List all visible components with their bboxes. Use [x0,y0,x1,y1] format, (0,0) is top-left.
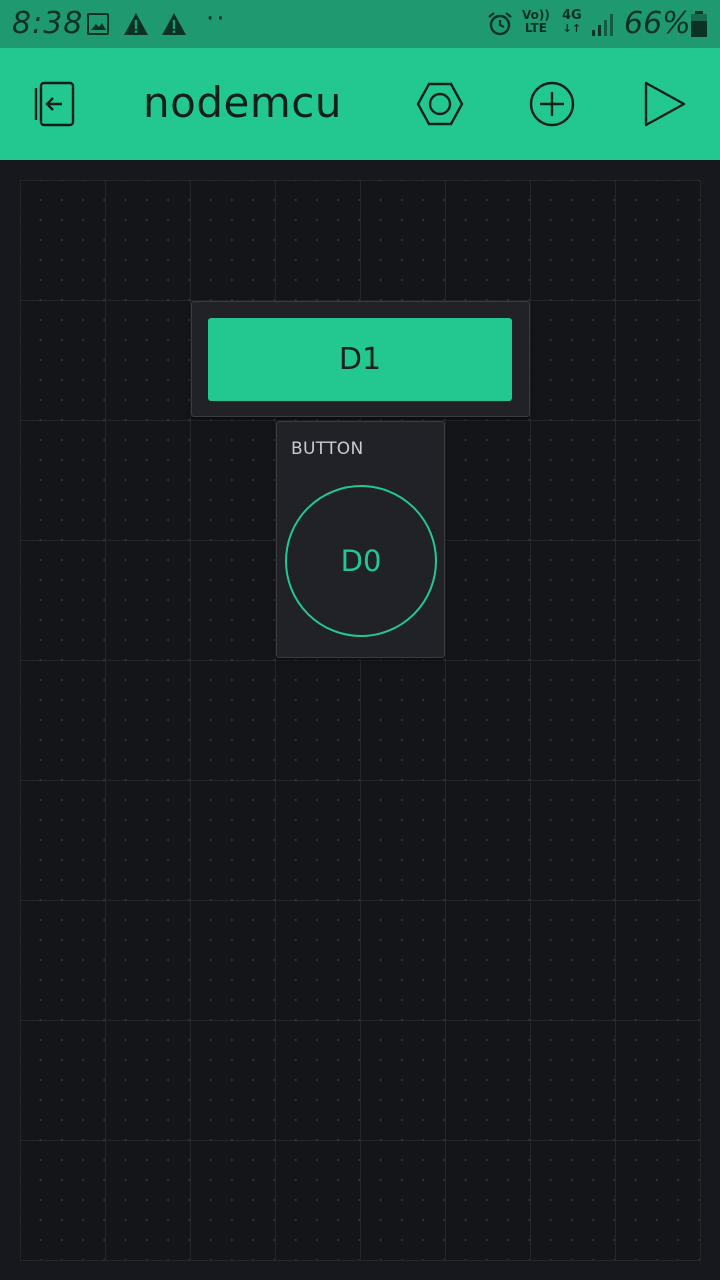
d0-button-widget[interactable]: BUTTON D0 [276,421,445,658]
settings-hexagon-icon [416,82,464,126]
settings-button[interactable] [414,78,466,130]
project-title: nodemcu [143,78,342,127]
d1-button-widget[interactable]: D1 [191,301,530,417]
volte-indicator: Vo)) LTE [522,8,550,35]
widget-title: BUTTON [291,439,364,459]
d1-button[interactable]: D1 [208,318,512,401]
more-notifications-indicator: ·· [206,4,227,34]
network-type-indicator: 4G ↓↑ [562,8,582,35]
exit-icon [34,81,75,127]
play-button[interactable] [638,78,690,130]
signal-icon [592,14,613,36]
app-header: nodemcu [0,48,720,160]
status-bar: 8:38 ·· Vo)) LTE 4G ↓↑ 66% [0,0,720,48]
exit-button[interactable] [31,78,83,130]
warning-icon [162,13,186,35]
warning-icon [124,13,148,35]
battery-percentage: 66% [624,6,691,41]
add-widget-button[interactable] [526,78,578,130]
gallery-icon [87,13,109,35]
d0-button[interactable]: D0 [285,485,437,637]
alarm-icon [488,12,512,36]
status-time: 8:38 [12,6,84,41]
add-icon [529,81,575,127]
battery-icon [691,11,707,37]
play-icon [644,81,686,127]
